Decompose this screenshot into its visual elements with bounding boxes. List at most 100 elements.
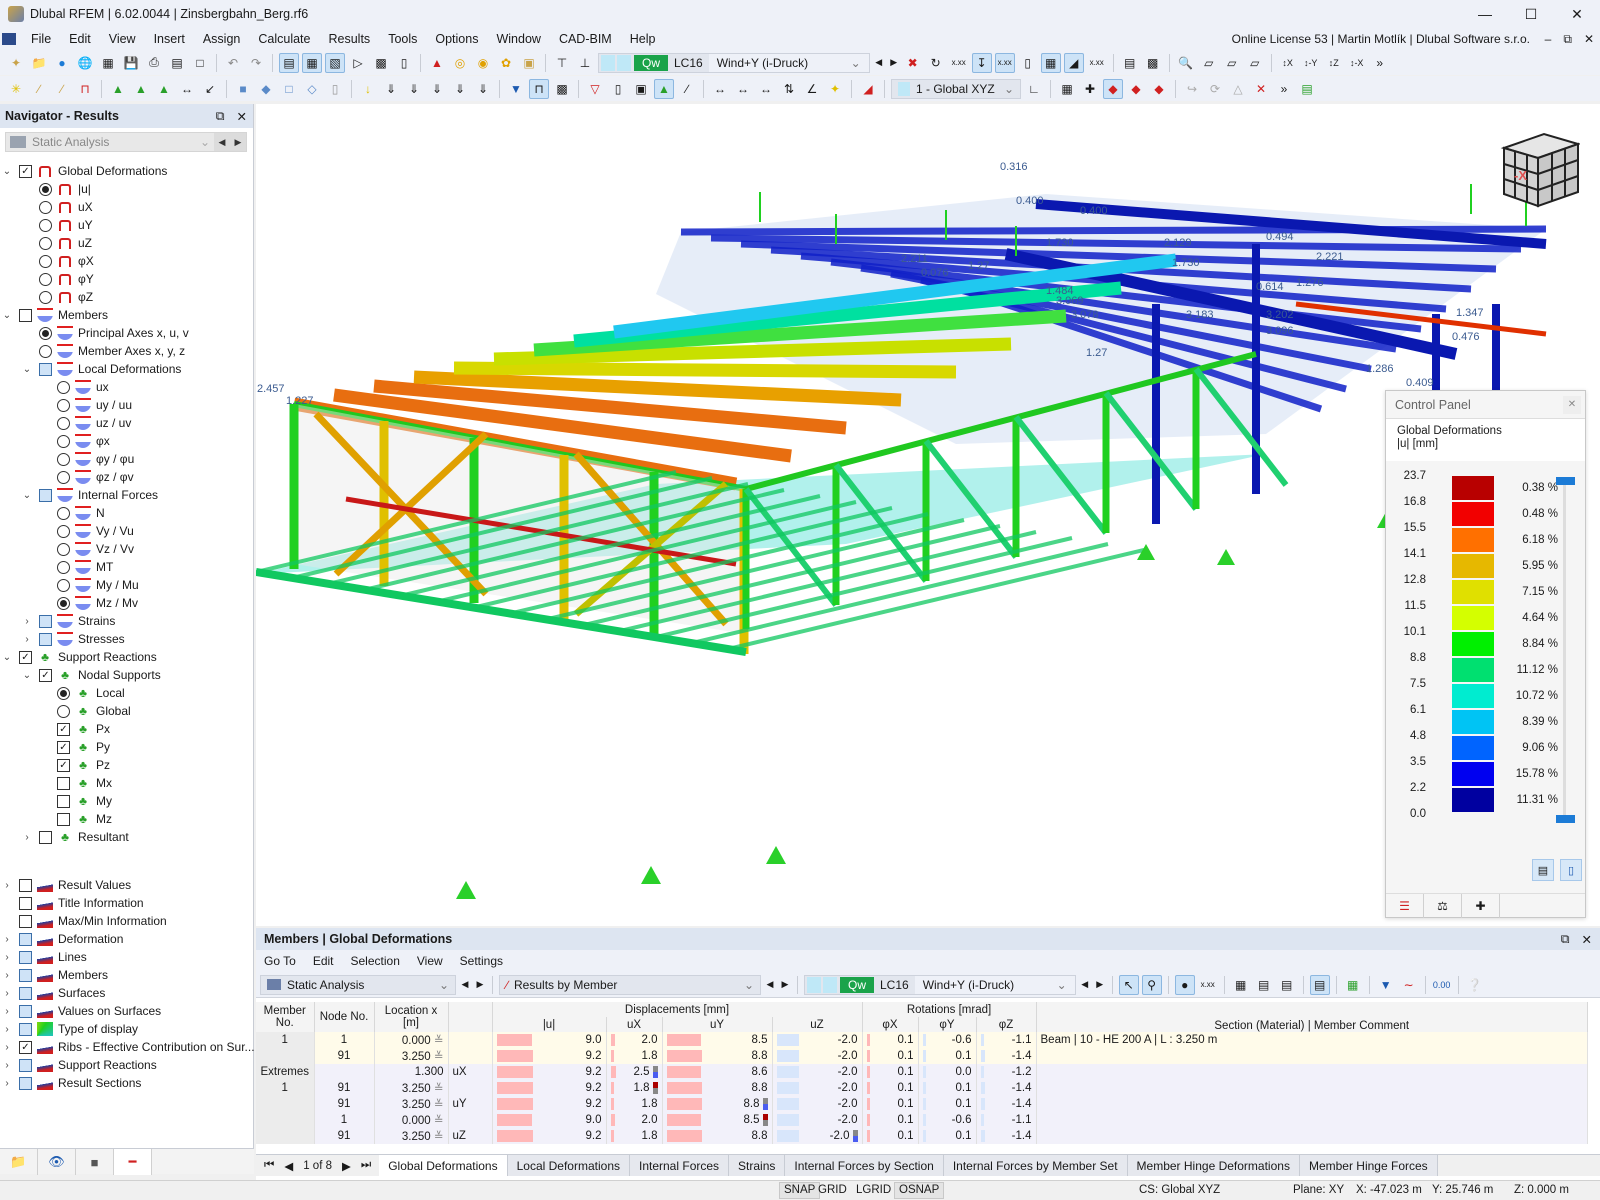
analysis-selector[interactable]: Static Analysis ⌄ ◀ ▶ — [5, 132, 247, 152]
more-icon[interactable]: » — [1274, 79, 1294, 99]
tree-item[interactable]: Vz / Vv — [0, 540, 254, 558]
checkbox[interactable]: ✓ — [57, 758, 70, 772]
radio-button[interactable] — [39, 182, 52, 196]
color-scale-icon[interactable]: ◢ — [858, 79, 878, 99]
checkbox[interactable] — [19, 968, 32, 982]
imposed-icon[interactable]: ⇓ — [450, 79, 470, 99]
coordinate-system-selector[interactable]: 1 - Global XYZ ⌄ — [891, 78, 1021, 99]
table-tab[interactable]: Strains — [729, 1155, 786, 1176]
radio-button[interactable] — [57, 470, 70, 484]
checkbox[interactable]: ✓ — [57, 740, 70, 754]
checkbox[interactable] — [57, 776, 70, 790]
table-tab[interactable]: Global Deformations — [379, 1155, 508, 1176]
display-tree-item[interactable]: › Result Sections — [0, 1074, 254, 1092]
cell-uz[interactable]: -2.0 — [772, 1048, 863, 1064]
prev-arrow[interactable]: ◀ — [459, 979, 471, 990]
table-load-case-selector[interactable]: Qw LC16 Wind+Y (i-Druck) ⌄ — [804, 974, 1076, 995]
cell-uz[interactable]: -2.0 — [772, 1064, 863, 1080]
cell-location[interactable]: 0.000 ≚ — [374, 1032, 449, 1048]
checkbox[interactable]: ✓ — [19, 164, 32, 178]
cell-extreme-tag[interactable]: uZ — [448, 1128, 493, 1144]
cell-u[interactable]: 9.0 — [492, 1112, 607, 1128]
chevron-right-icon[interactable]: › — [0, 1024, 14, 1035]
transparent-icon[interactable]: ▯ — [1018, 53, 1038, 73]
tree-item[interactable]: ♣ Mx — [0, 774, 254, 792]
cell-u[interactable]: 9.2 — [492, 1080, 607, 1096]
checkbox[interactable] — [39, 362, 52, 376]
legend-slider-track[interactable] — [1563, 481, 1566, 817]
tree-item[interactable]: ✓ ♣ Pz — [0, 756, 254, 774]
export-icon[interactable]: ▤ — [1120, 53, 1140, 73]
document-icon[interactable]: □ — [190, 53, 210, 73]
cell-ux[interactable]: 1.8 — [606, 1096, 663, 1112]
col-u[interactable]: |u| — [492, 1017, 607, 1032]
new-model-icon[interactable]: ✦ — [6, 53, 26, 73]
cell-pz[interactable]: -1.2 — [976, 1064, 1037, 1080]
cell-extreme-tag[interactable] — [448, 1032, 493, 1048]
cell-py[interactable]: 0.1 — [918, 1080, 977, 1096]
table-menu-settings[interactable]: Settings — [460, 954, 503, 968]
cell-location[interactable]: 3.250 ≚ — [374, 1048, 449, 1064]
cell-location[interactable]: 3.250 ≚ — [374, 1080, 449, 1096]
tree-item[interactable]: ♣ Global — [0, 702, 254, 720]
checkbox[interactable] — [19, 896, 32, 910]
document-icon[interactable] — [2, 33, 16, 45]
support-line-icon[interactable]: ▲ — [131, 79, 151, 99]
cell-uy[interactable]: 8.6 — [662, 1064, 773, 1080]
checkbox[interactable]: ✓ — [19, 650, 32, 664]
bar-display-icon[interactable]: ▤ — [1309, 974, 1330, 995]
tree-item[interactable]: φy / φu — [0, 450, 254, 468]
table-menu-goto[interactable]: Go To — [264, 954, 296, 968]
cell-member[interactable] — [256, 1112, 315, 1128]
cell-extreme-tag[interactable]: uX — [448, 1064, 493, 1080]
checkbox[interactable] — [19, 1076, 32, 1090]
views-tab-icon[interactable]: ■ — [76, 1149, 114, 1175]
display-tree-item[interactable]: › Type of display — [0, 1020, 254, 1038]
checkbox[interactable] — [19, 1058, 32, 1072]
tree-item[interactable]: ⌄ ✓ ♣ Nodal Supports — [0, 666, 254, 684]
next-arrow[interactable]: ▶ — [230, 133, 246, 151]
cell-uz[interactable]: -2.0 — [772, 1032, 863, 1048]
cell-uz[interactable]: -2.0 — [772, 1096, 863, 1112]
table-rows-icon[interactable]: ▤ — [1277, 975, 1297, 995]
chevron-right-icon[interactable]: › — [0, 880, 14, 891]
menu-results[interactable]: Results — [320, 32, 380, 46]
grid-icon[interactable]: ▦ — [1057, 79, 1077, 99]
print-icon[interactable]: ⎙ — [144, 53, 164, 73]
cell-px[interactable]: 0.1 — [862, 1128, 919, 1144]
chevron-right-icon[interactable]: › — [20, 616, 34, 627]
table-tab[interactable]: Member Hinge Forces — [1299, 1155, 1438, 1176]
filter-tab-icon[interactable]: ✚ — [1462, 894, 1500, 918]
lgrid-toggle[interactable]: LGRID — [856, 1184, 891, 1196]
tree-item[interactable]: ⌄ Members — [0, 306, 254, 324]
view-z-icon[interactable]: ↕Z — [1324, 53, 1344, 73]
scale-icon[interactable]: ▩ — [1143, 53, 1163, 73]
cell-pz[interactable]: -1.1 — [976, 1112, 1037, 1128]
dim-angle-icon[interactable]: ∠ — [802, 79, 822, 99]
model-library-icon[interactable]: ▦ — [98, 53, 118, 73]
values-line-icon[interactable]: x.xx — [1087, 53, 1107, 73]
checkbox[interactable] — [19, 914, 32, 928]
table-view-icon[interactable]: ▦ — [1231, 975, 1251, 995]
deformation-icon[interactable]: ◢ — [1063, 52, 1084, 73]
cell-uy[interactable]: 8.8 — [662, 1096, 773, 1112]
cell-extreme-tag[interactable]: uY — [448, 1096, 493, 1112]
filter-icon[interactable]: ▼ — [506, 79, 526, 99]
filter-icon[interactable]: ▼ — [1376, 975, 1396, 995]
member-diagram-icon[interactable]: ▽ — [585, 79, 605, 99]
cell-comment[interactable] — [1036, 1080, 1588, 1096]
col-location[interactable]: Location x [m] — [374, 1002, 449, 1032]
column-icon[interactable]: ▯ — [394, 53, 414, 73]
next-arrow[interactable]: ▶ — [779, 979, 791, 990]
nodal-load-icon[interactable]: ↓ — [358, 79, 378, 99]
cell-comment[interactable] — [1036, 1048, 1588, 1064]
cell-comment[interactable] — [1036, 1096, 1588, 1112]
show-results-icon[interactable]: ↧ — [971, 52, 992, 73]
cell-py[interactable]: 0.1 — [918, 1096, 977, 1112]
cell-uy[interactable]: 8.8 — [662, 1048, 773, 1064]
cell-px[interactable]: 0.1 — [862, 1064, 919, 1080]
checkbox[interactable] — [19, 1022, 32, 1036]
tree-item[interactable]: ♣ My — [0, 792, 254, 810]
tree-item[interactable]: ♣ Mz — [0, 810, 254, 828]
menu-file[interactable]: File — [22, 32, 60, 46]
